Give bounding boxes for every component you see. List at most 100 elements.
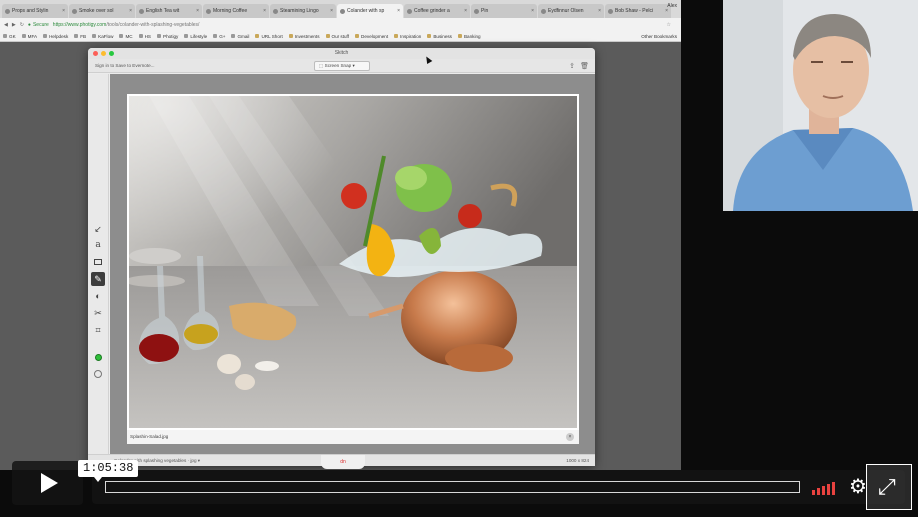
browser-tab[interactable]: Props and Stylin × [2, 4, 68, 18]
color-picker-icon[interactable] [91, 350, 105, 364]
trash-icon[interactable]: 🗑 [580, 62, 589, 70]
bookmark-icon [157, 34, 161, 38]
tab-close-icon[interactable]: × [598, 8, 601, 14]
drag-handle[interactable]: dn [321, 455, 365, 469]
bookmark-item[interactable]: Banking [457, 33, 481, 39]
tab-close-icon[interactable]: × [397, 8, 400, 14]
other-bookmarks[interactable]: Other Bookmarks [641, 34, 677, 39]
bookmark-star-icon[interactable]: ☆ [667, 22, 671, 28]
bookmark-label: Banking [463, 33, 481, 39]
bookmark-item[interactable]: URL Short [255, 33, 283, 39]
tab-close-icon[interactable]: × [531, 8, 534, 14]
arrow-tool-icon[interactable]: ↙ [91, 222, 105, 236]
browser-tab[interactable]: Coffee grinder a × [404, 4, 470, 18]
bookmark-item[interactable]: HS [138, 33, 151, 39]
browser-tab[interactable]: Eydfinnur Olsen × [538, 4, 604, 18]
bookmark-item[interactable]: Helpdesk [43, 34, 68, 39]
volume-bar [832, 482, 835, 495]
browser-user[interactable]: Alex [667, 3, 677, 9]
caption-close-icon[interactable]: × [566, 433, 574, 441]
minimize-window-icon[interactable] [101, 51, 106, 56]
bookmark-item[interactable]: Business [427, 34, 452, 39]
stamp-tool-icon[interactable]: ◐ [91, 289, 105, 303]
bookmark-item[interactable]: Our stuff [325, 34, 349, 39]
bookmark-item[interactable]: KaFlow [92, 34, 113, 39]
rectangle-tool-icon[interactable] [91, 255, 105, 269]
bookmark-item[interactable]: MFA [21, 33, 38, 39]
browser-tab[interactable]: English Tea wit × [136, 4, 202, 18]
back-icon[interactable]: ◀ [4, 22, 8, 28]
browser-tab[interactable]: Morning Coffee × [203, 4, 269, 18]
progress-bar[interactable] [105, 481, 800, 493]
url-path: /tools/colander-with-splashing-vegetable… [106, 21, 200, 28]
play-button[interactable] [12, 461, 83, 505]
browser-tab[interactable]: Steamining Lingo × [270, 4, 336, 18]
bookmarks-bar: GK MFA Helpdesk FB KaFlow MC HS Photigy Lifestyl… [0, 31, 681, 42]
tab-label: Props and Stylin [12, 8, 49, 14]
tab-favicon-icon [273, 8, 278, 14]
browser-tab[interactable]: Pin × [471, 4, 537, 18]
tab-close-icon[interactable]: × [196, 8, 199, 14]
bookmark-item[interactable]: Photigy [157, 34, 178, 39]
pixelate-tool-icon[interactable]: ✂ [91, 306, 105, 320]
browser-tab[interactable]: Smoke over sol × [69, 4, 135, 18]
bookmark-label: URL Short [261, 33, 283, 39]
url-text[interactable]: https://www.photigy.com/tools/colander-w… [53, 22, 200, 28]
tab-label: Steamining Lingo [280, 8, 319, 14]
tab-favicon-icon [541, 8, 546, 14]
tab-close-icon[interactable]: × [62, 8, 65, 14]
tab-favicon-icon [206, 8, 211, 14]
size-picker-icon[interactable] [91, 367, 105, 381]
evernote-signin-link[interactable]: Sign in to Save to Evernote... [95, 63, 155, 68]
forward-icon[interactable]: ▶ [12, 22, 16, 28]
tab-favicon-icon [407, 8, 412, 14]
tab-label: Coffee grinder a [414, 8, 450, 14]
address-bar[interactable]: ◀ ▶ ↻ ● Secure https://www.photigy.com/t… [0, 18, 681, 31]
bookmark-item[interactable]: Lifestyle [184, 34, 207, 39]
skitch-canvas[interactable]: Splashin-Salad.jpg × [110, 74, 595, 454]
bookmark-icon [43, 34, 48, 38]
browser-tab-strip: Props and Stylin × Smoke over sol × English … [0, 0, 681, 18]
folder-icon [255, 34, 260, 38]
bookmark-item[interactable]: GK [3, 34, 16, 39]
fullscreen-button[interactable]: ⤢ [866, 464, 912, 510]
bookmark-icon [119, 34, 124, 38]
bookmark-item[interactable]: FB [74, 34, 86, 39]
settings-gear-icon[interactable]: ⚙ [849, 476, 867, 498]
close-window-icon[interactable] [93, 51, 98, 56]
bookmark-icon [21, 34, 26, 38]
tab-favicon-icon [608, 8, 613, 14]
snap-mode-dropdown[interactable]: ⬚ Screen Snap ▾ [314, 61, 370, 71]
tab-label: Morning Coffee [213, 8, 248, 14]
bookmark-label: Helpdesk [49, 33, 69, 39]
bookmark-item[interactable]: G+ [213, 34, 225, 39]
share-icon[interactable]: ⇪ [569, 62, 575, 70]
bookmark-item[interactable]: MC [119, 34, 133, 39]
image-dimensions: 1000 x 824 [566, 458, 589, 463]
browser-tab[interactable]: Bob Shaw - Pelci × [605, 4, 671, 18]
tab-close-icon[interactable]: × [129, 8, 132, 14]
zoom-window-icon[interactable] [109, 51, 114, 56]
tab-close-icon[interactable]: × [263, 8, 266, 14]
reload-icon[interactable]: ↻ [20, 22, 24, 28]
bookmark-label: Inspiration [400, 33, 422, 39]
tab-close-icon[interactable]: × [464, 8, 467, 14]
bookmark-item[interactable]: Development [355, 34, 388, 39]
video-frame[interactable]: Props and Stylin × Smoke over sol × English … [0, 0, 918, 517]
photo-caption: Splashin-Salad.jpg × [127, 430, 579, 444]
tab-close-icon[interactable]: × [330, 8, 333, 14]
bookmark-label: HS [144, 33, 151, 39]
bookmark-item[interactable]: Inspiration [394, 34, 421, 39]
browser-tab[interactable]: Colander with sp × [337, 4, 403, 18]
status-format[interactable]: jpg [190, 458, 196, 463]
text-tool-icon[interactable]: a [91, 238, 105, 252]
volume-control[interactable] [812, 481, 835, 495]
bookmark-label: MFA [27, 33, 38, 39]
pen-tool-icon[interactable]: ✎ [91, 272, 105, 286]
bookmark-item[interactable]: Investments [288, 34, 320, 39]
colander-photo[interactable] [127, 94, 579, 430]
volume-bar [822, 486, 825, 495]
crop-tool-icon[interactable]: ⌗ [91, 323, 105, 337]
folder-icon [394, 34, 399, 38]
bookmark-item[interactable]: Gmail [231, 34, 249, 39]
